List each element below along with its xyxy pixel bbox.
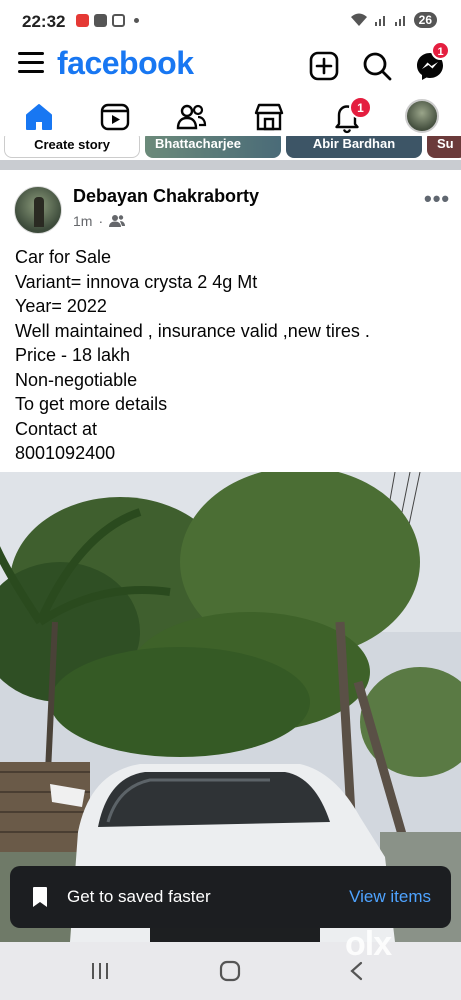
nav-tabs: 1 bbox=[0, 94, 461, 140]
post-meta: 1m · bbox=[73, 213, 126, 229]
facebook-logo: facebook bbox=[57, 45, 194, 81]
saved-toast: Get to saved faster View items bbox=[10, 866, 451, 928]
post-line: Variant= innova crysta 2 4g Mt bbox=[15, 271, 258, 292]
notification-icons bbox=[76, 14, 139, 27]
post-more-options-icon[interactable]: ••• bbox=[424, 186, 450, 212]
create-story-card[interactable]: Create story bbox=[4, 136, 140, 158]
post-text: Car for Sale Variant= innova crysta 2 4g… bbox=[15, 245, 455, 466]
story-label: Bhattacharjee bbox=[155, 136, 241, 151]
recents-icon[interactable] bbox=[90, 962, 110, 980]
menu-icon[interactable] bbox=[18, 52, 44, 76]
story-card[interactable]: Bhattacharjee bbox=[145, 136, 281, 158]
feed-divider bbox=[0, 160, 461, 170]
post-line: Contact at bbox=[15, 418, 98, 439]
post-line: Non-negotiable bbox=[15, 369, 138, 390]
status-bar: 22:32 26 bbox=[0, 0, 461, 40]
app-header: facebook 1 bbox=[0, 40, 461, 92]
status-time: 22:32 bbox=[22, 12, 66, 31]
post-time[interactable]: 1m bbox=[73, 213, 92, 229]
post-phone[interactable]: 8001092400 bbox=[15, 441, 455, 466]
stories-strip: Create story Bhattacharjee Abir Bardhan … bbox=[0, 136, 461, 160]
story-card[interactable]: Abir Bardhan bbox=[286, 136, 422, 158]
android-nav-bar bbox=[0, 942, 461, 1000]
notifications-badge: 1 bbox=[349, 96, 372, 119]
messenger-badge: 1 bbox=[431, 41, 450, 60]
notifications-tab[interactable]: 1 bbox=[330, 96, 372, 134]
bookmark-icon bbox=[33, 887, 47, 907]
view-items-button[interactable]: View items bbox=[349, 887, 431, 907]
friends-icon bbox=[109, 215, 126, 227]
battery-indicator: 26 bbox=[413, 12, 437, 28]
fb-notification-icon bbox=[94, 14, 107, 27]
create-post-icon[interactable] bbox=[308, 50, 340, 82]
system-icons: 26 bbox=[350, 12, 437, 28]
toast-message: Get to saved faster bbox=[67, 887, 211, 906]
marketplace-icon[interactable] bbox=[252, 100, 286, 134]
story-card[interactable]: Su bbox=[427, 136, 461, 158]
instagram-notification-icon bbox=[112, 14, 125, 27]
olx-watermark: olx bbox=[345, 925, 392, 963]
post-line: Well maintained , insurance valid ,new t… bbox=[15, 320, 370, 341]
search-icon[interactable] bbox=[361, 50, 393, 82]
post-author-avatar[interactable] bbox=[14, 186, 62, 234]
post-line: Price - 18 lakh bbox=[15, 345, 131, 365]
video-icon[interactable] bbox=[98, 100, 132, 134]
post-line: Car for Sale bbox=[15, 247, 112, 267]
home-nav-icon[interactable] bbox=[219, 960, 241, 982]
story-label: Create story bbox=[34, 137, 110, 152]
back-icon[interactable] bbox=[348, 961, 364, 981]
home-icon[interactable] bbox=[22, 100, 56, 134]
signal-icon-2 bbox=[394, 16, 405, 26]
wifi-icon bbox=[350, 13, 367, 26]
profile-avatar[interactable] bbox=[405, 99, 439, 133]
friends-icon[interactable] bbox=[174, 100, 208, 134]
post-line: Year= 2022 bbox=[15, 296, 107, 316]
story-label: Su bbox=[437, 136, 454, 151]
post-line: To get more details bbox=[15, 394, 168, 414]
meta-separator: · bbox=[98, 213, 104, 229]
messenger-button[interactable]: 1 bbox=[414, 41, 450, 82]
story-label: Abir Bardhan bbox=[312, 136, 396, 151]
post-author-name[interactable]: Debayan Chakraborty bbox=[73, 186, 259, 207]
app-notification-icon bbox=[76, 14, 89, 27]
signal-icon bbox=[374, 16, 385, 26]
more-notifications-icon bbox=[134, 18, 139, 23]
